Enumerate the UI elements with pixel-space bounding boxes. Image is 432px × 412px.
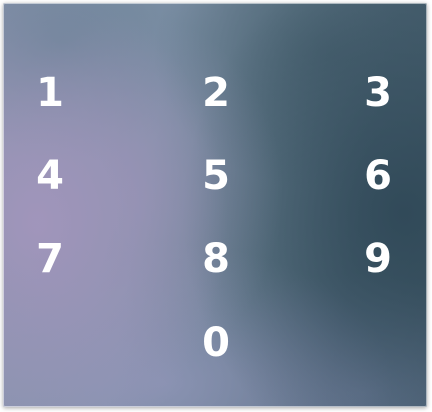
key-9[interactable]: 9 [343, 231, 413, 287]
numeric-keypad: 1 2 3 4 5 6 7 8 9 0 [3, 3, 427, 407]
key-7[interactable]: 7 [15, 231, 85, 287]
key-5[interactable]: 5 [181, 148, 251, 204]
key-0[interactable]: 0 [181, 315, 251, 371]
key-2[interactable]: 2 [181, 65, 251, 121]
key-6[interactable]: 6 [343, 148, 413, 204]
key-3[interactable]: 3 [343, 65, 413, 121]
key-4[interactable]: 4 [15, 148, 85, 204]
key-8[interactable]: 8 [181, 231, 251, 287]
key-1[interactable]: 1 [15, 65, 85, 121]
